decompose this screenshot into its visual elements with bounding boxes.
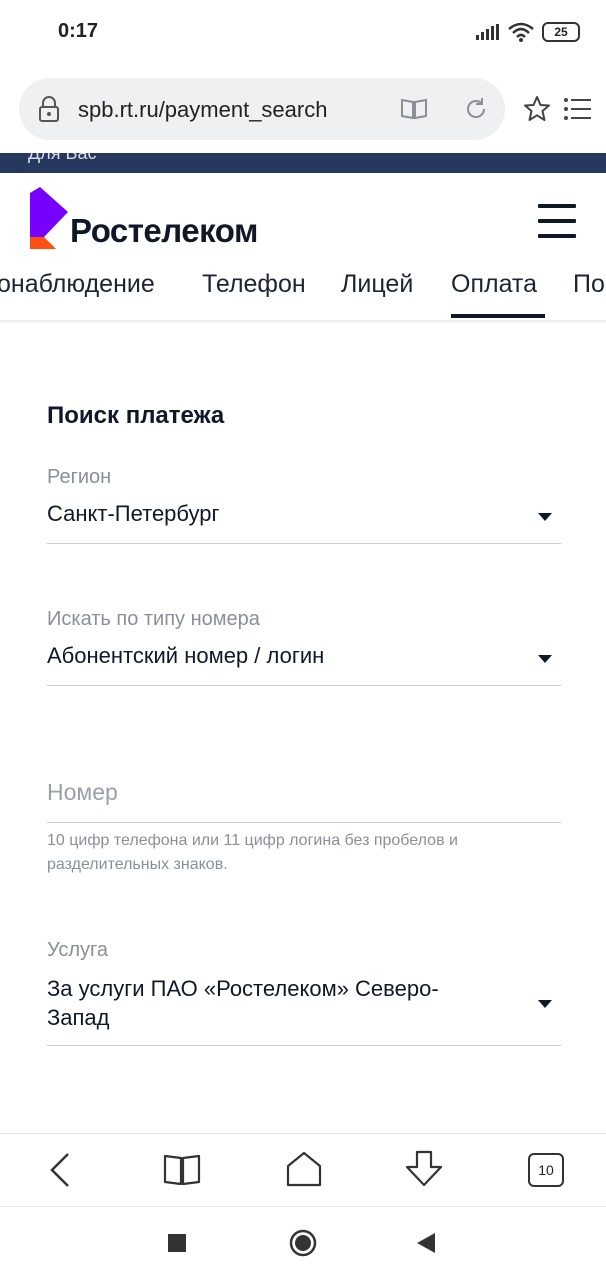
region-dropdown-caret-icon[interactable]	[538, 513, 552, 521]
brand-name[interactable]: Ростелеком	[70, 212, 258, 250]
service-label: Услуга	[47, 939, 109, 961]
service-value-line-2: Запад	[47, 1005, 110, 1030]
wifi-icon	[508, 22, 534, 42]
url-text[interactable]: spb.rt.ru/payment_search	[78, 97, 327, 123]
tabs-count-button[interactable]: 10	[528, 1153, 564, 1187]
back-icon[interactable]	[46, 1152, 74, 1188]
search-type-label: Искать по типу номера	[47, 608, 260, 630]
rostelecom-logo-icon[interactable]	[30, 187, 68, 249]
number-underline	[47, 822, 561, 823]
number-input[interactable]: Номер	[47, 779, 118, 806]
recents-square-icon[interactable]	[168, 1234, 186, 1252]
menu-list-icon[interactable]	[563, 96, 591, 122]
service-value-line-1: За услуги ПАО «Ростелеком» Северо-	[47, 976, 439, 1001]
nav-tab-telephone[interactable]: Телефон	[202, 270, 306, 299]
nav-shadow	[0, 320, 606, 324]
reload-icon[interactable]	[463, 96, 489, 122]
home-circle-icon[interactable]	[289, 1229, 317, 1257]
signal-icon	[476, 24, 499, 40]
service-underline	[47, 1045, 561, 1046]
search-type-dropdown-caret-icon[interactable]	[538, 655, 552, 663]
status-icons: 25	[476, 22, 580, 42]
reader-mode-icon[interactable]	[400, 97, 428, 121]
region-label: Регион	[47, 466, 112, 488]
main-nav: онаблюдение Телефон Лицей Оплата По	[0, 270, 606, 320]
region-select[interactable]: Санкт-Петербург	[47, 501, 220, 527]
toolbar-divider	[0, 1133, 606, 1134]
bookmark-star-icon[interactable]	[522, 94, 552, 124]
search-type-underline	[47, 685, 561, 686]
download-icon[interactable]	[404, 1150, 444, 1188]
top-strip: Для Вас	[0, 153, 606, 173]
status-time: 0:17	[58, 20, 99, 42]
number-hint: 10 цифр телефона или 11 цифр логина без …	[47, 832, 458, 873]
battery-icon: 25	[542, 22, 580, 42]
hamburger-menu-icon[interactable]	[538, 204, 576, 238]
nav-tab-surveillance[interactable]: онаблюдение	[0, 270, 155, 299]
service-select[interactable]: За услуги ПАО «Ростелеком» Северо- Запад	[47, 974, 439, 1032]
bookmarks-icon[interactable]	[163, 1153, 201, 1187]
search-type-select[interactable]: Абонентский номер / логин	[47, 643, 324, 669]
nav-active-indicator	[451, 314, 545, 318]
home-icon[interactable]	[285, 1150, 323, 1188]
nav-tab-payment[interactable]: Оплата	[451, 270, 537, 299]
region-underline	[47, 543, 561, 544]
lock-icon[interactable]	[37, 95, 61, 123]
nav-tab-lyceum[interactable]: Лицей	[341, 270, 413, 299]
top-strip-text: Для Вас	[28, 153, 97, 163]
back-triangle-icon[interactable]	[416, 1232, 436, 1254]
system-nav-divider	[0, 1206, 606, 1207]
nav-tab-more[interactable]: По	[573, 270, 605, 299]
page-title: Поиск платежа	[47, 402, 225, 429]
service-dropdown-caret-icon[interactable]	[538, 1000, 552, 1008]
